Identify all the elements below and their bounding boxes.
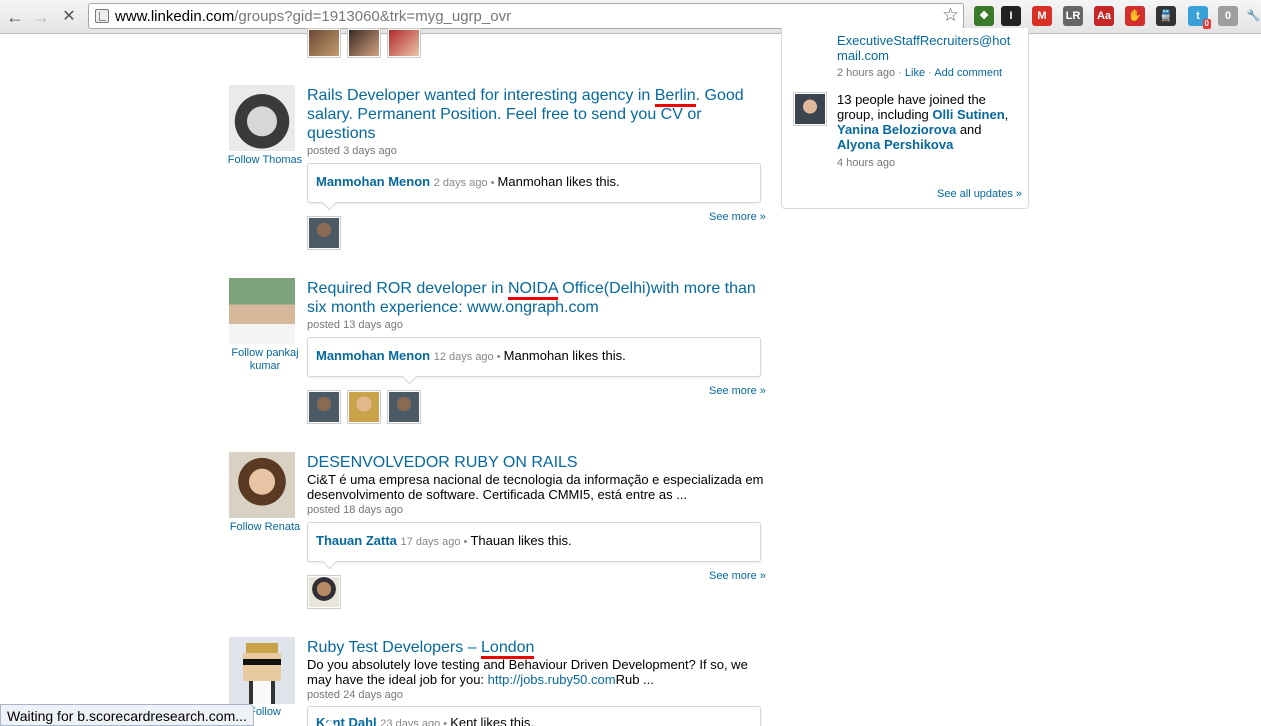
description-text: Rub ... <box>615 672 654 687</box>
comment-box: Manmohan Menon 12 days ago • Manmohan li… <box>307 337 761 377</box>
commenter-name[interactable]: Kent Dahl <box>316 715 377 726</box>
poster-avatar[interactable] <box>229 452 295 518</box>
comment-box: Thauan Zatta 17 days ago • Thauan likes … <box>307 522 761 562</box>
comment-text: Manmohan likes this. <box>497 174 620 189</box>
posted-time: posted 3 days ago <box>307 145 397 157</box>
url-path: /groups?gid=1913060&trk=myg_ugrp_ovr <box>234 8 512 25</box>
liker-thumbnail[interactable] <box>307 216 341 250</box>
posted-time: posted 18 days ago <box>307 504 404 516</box>
comment-time: 2 days ago <box>433 177 488 189</box>
avatar-hat <box>246 643 278 653</box>
comment-time: 23 days ago <box>380 718 441 726</box>
comment-box: Manmohan Menon 2 days ago • Manmohan lik… <box>307 163 761 203</box>
highlighted-word: Berlin <box>654 87 696 107</box>
poster-avatar[interactable] <box>229 637 295 704</box>
discussion-description: Do you absolutely love testing and Behav… <box>307 657 767 687</box>
job-link[interactable]: http://jobs.ruby50.com <box>488 672 616 687</box>
notification-badge: 0 <box>1202 19 1211 29</box>
browser-toolbar: ← → ✕ www.linkedin.com/groups?gid=191306… <box>0 0 1261 34</box>
member-link[interactable]: Yanina Beloziorova <box>837 122 956 137</box>
address-bar[interactable]: www.linkedin.com/groups?gid=1913060&trk=… <box>88 3 964 29</box>
follow-link[interactable]: Follow Thomas <box>222 154 308 167</box>
member-link[interactable]: Alyona Pershikova <box>837 137 953 152</box>
forward-arrow-icon[interactable]: → <box>30 6 52 28</box>
title-text: Required ROR developer in <box>307 280 508 297</box>
avatar-glasses <box>243 659 281 665</box>
see-all-updates-link[interactable]: See all updates » <box>937 188 1022 200</box>
twitter-icon[interactable]: t0 <box>1188 6 1211 29</box>
comment-text: Kent likes this. <box>450 715 535 726</box>
comment-text: Manmohan likes this. <box>503 348 626 363</box>
discussion-title[interactable]: Rails Developer wanted for interesting a… <box>307 86 767 143</box>
url-host: www.linkedin.com <box>115 8 235 25</box>
see-more-link[interactable]: See more » <box>709 211 766 223</box>
avatar-face <box>243 653 281 681</box>
highlighted-word: NOIDA <box>508 280 558 300</box>
title-text: Rails Developer wanted for interesting a… <box>307 87 655 104</box>
update-time: 2 hours ago <box>837 67 896 79</box>
commenter-name[interactable]: Manmohan Menon <box>316 348 430 363</box>
train-icon[interactable]: 🚆 <box>1156 6 1176 26</box>
follow-link[interactable]: Follow Renata <box>222 521 308 534</box>
member-avatar[interactable] <box>793 92 827 126</box>
discussion-title[interactable]: Ruby Test Developers – London <box>307 638 767 659</box>
discussion-title[interactable]: Required ROR developer in NOIDA Office(D… <box>307 279 767 317</box>
posted-time: posted 13 days ago <box>307 319 404 331</box>
liker-thumbnail[interactable] <box>307 575 341 609</box>
commenter-name[interactable]: Manmohan Menon <box>316 174 430 189</box>
stop-loading-icon[interactable]: ✕ <box>58 6 80 28</box>
poster-avatar[interactable] <box>229 85 295 151</box>
update-time: 4 hours ago <box>837 157 896 169</box>
adblock-icon[interactable]: ✋ <box>1125 6 1145 26</box>
liker-thumbnail[interactable] <box>307 28 341 58</box>
posted-time: posted 24 days ago <box>307 689 404 701</box>
instapaper-icon[interactable]: I <box>1001 6 1021 26</box>
liker-thumbnail[interactable] <box>387 28 421 58</box>
like-link[interactable]: Like <box>905 67 925 79</box>
update-email[interactable]: ExecutiveStaffRecruiters@hot mail.com <box>837 33 1010 63</box>
latest-updates-panel: ExecutiveStaffRecruiters@hot mail.com 2 h… <box>781 28 1029 209</box>
title-text: Ruby Test Developers – <box>307 639 482 656</box>
commenter-name[interactable]: Thauan Zatta <box>316 533 397 548</box>
liker-thumbnail[interactable] <box>307 390 341 424</box>
comment-text: Thauan likes this. <box>470 533 572 548</box>
see-more-link[interactable]: See more » <box>709 385 766 397</box>
see-more-link[interactable]: See more » <box>709 570 766 582</box>
bookmark-star-icon[interactable]: ☆ <box>942 6 959 26</box>
liker-thumbnail[interactable] <box>347 28 381 58</box>
discussion-description: Ci&T é uma empresa nacional de tecnologi… <box>307 472 764 502</box>
liker-thumbnail[interactable] <box>347 390 381 424</box>
dictionary-icon[interactable]: Aa <box>1094 6 1114 26</box>
update-meta: 2 hours ago · Like · Add comment <box>837 67 1003 79</box>
comment-time: 12 days ago <box>433 351 494 363</box>
lr-icon[interactable]: LR <box>1063 6 1083 26</box>
discussion-title[interactable]: DESENVOLVEDOR RUBY ON RAILS <box>307 453 767 472</box>
wrench-icon[interactable]: 🔧 <box>1246 6 1261 26</box>
comment-box: Kent Dahl 23 days ago • Kent likes this. <box>307 706 761 726</box>
avatar-body <box>249 681 275 704</box>
page-icon <box>95 9 109 23</box>
member-link[interactable]: Olli Sutinen <box>932 107 1004 122</box>
add-comment-link[interactable]: Add comment <box>934 67 1002 79</box>
status-bubble: Waiting for b.scorecardresearch.com... <box>0 704 254 726</box>
poster-avatar[interactable] <box>229 278 295 344</box>
counter-icon[interactable]: 0 <box>1218 6 1238 26</box>
leaf-icon[interactable]: ❖ <box>974 6 994 26</box>
follow-link[interactable]: Follow pankaj kumar <box>222 347 308 373</box>
joined-text: 13 people have joined the group, includi… <box>837 92 1009 152</box>
url-text[interactable]: www.linkedin.com/groups?gid=1913060&trk=… <box>115 8 511 25</box>
gmail-icon[interactable]: M <box>1032 6 1052 26</box>
liker-thumbnail[interactable] <box>387 390 421 424</box>
back-arrow-icon[interactable]: ← <box>4 6 26 28</box>
comment-time: 17 days ago <box>400 536 461 548</box>
highlighted-word: London <box>481 639 535 659</box>
